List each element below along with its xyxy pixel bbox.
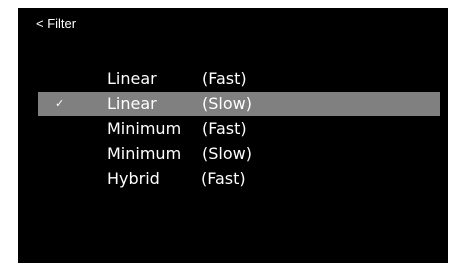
- option-speed: (Fast): [201, 169, 246, 188]
- filter-menu-screen: < Filter Linear (Fast) ✓ Linear (Slow) M…: [18, 8, 448, 263]
- option-speed: (Slow): [202, 94, 252, 113]
- option-minimum-fast[interactable]: Minimum (Fast): [38, 117, 440, 141]
- option-name: Linear: [107, 69, 157, 88]
- option-minimum-slow[interactable]: Minimum (Slow): [38, 142, 440, 166]
- option-speed: (Slow): [202, 144, 252, 163]
- option-linear-slow[interactable]: ✓ Linear (Slow): [38, 92, 440, 116]
- option-name: Minimum: [107, 144, 182, 163]
- back-to-filter-button[interactable]: < Filter: [36, 16, 76, 31]
- option-hybrid-fast[interactable]: Hybrid (Fast): [38, 167, 440, 191]
- checkmark-icon: ✓: [55, 97, 65, 110]
- option-linear-fast[interactable]: Linear (Fast): [38, 67, 440, 91]
- option-speed: (Fast): [202, 119, 247, 138]
- option-speed: (Fast): [202, 69, 247, 88]
- filter-options-list: Linear (Fast) ✓ Linear (Slow) Minimum (F…: [38, 67, 440, 192]
- option-name: Minimum: [107, 119, 182, 138]
- option-name: Hybrid: [107, 169, 160, 188]
- option-name: Linear: [107, 94, 157, 113]
